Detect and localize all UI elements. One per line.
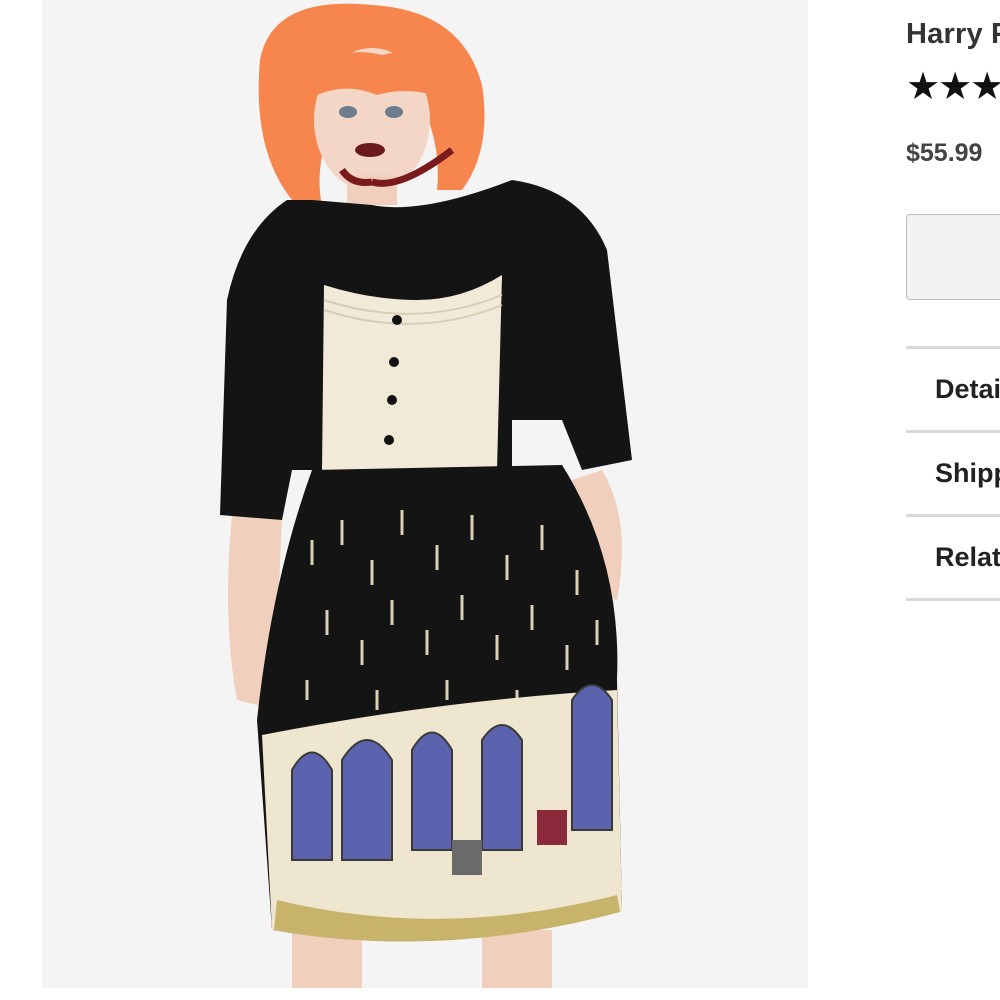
- product-info-panel: Harry P ★★★ $55.99 Detai Shipp Relat: [906, 0, 1000, 1000]
- divider: [906, 598, 1000, 601]
- product-title: Harry P: [906, 18, 1000, 50]
- product-image[interactable]: [42, 0, 808, 988]
- accordion-shipping[interactable]: Shipp: [906, 433, 1000, 514]
- product-photo-illustration: [220, 3, 632, 988]
- size-select[interactable]: [906, 214, 1000, 300]
- product-price: $55.99: [906, 139, 983, 167]
- rating-stars-icon[interactable]: ★★★: [906, 68, 1000, 106]
- accordion-details[interactable]: Detai: [906, 349, 1000, 430]
- accordion-related[interactable]: Relat: [906, 517, 1000, 598]
- product-accordion: Detai Shipp Relat: [906, 346, 1000, 601]
